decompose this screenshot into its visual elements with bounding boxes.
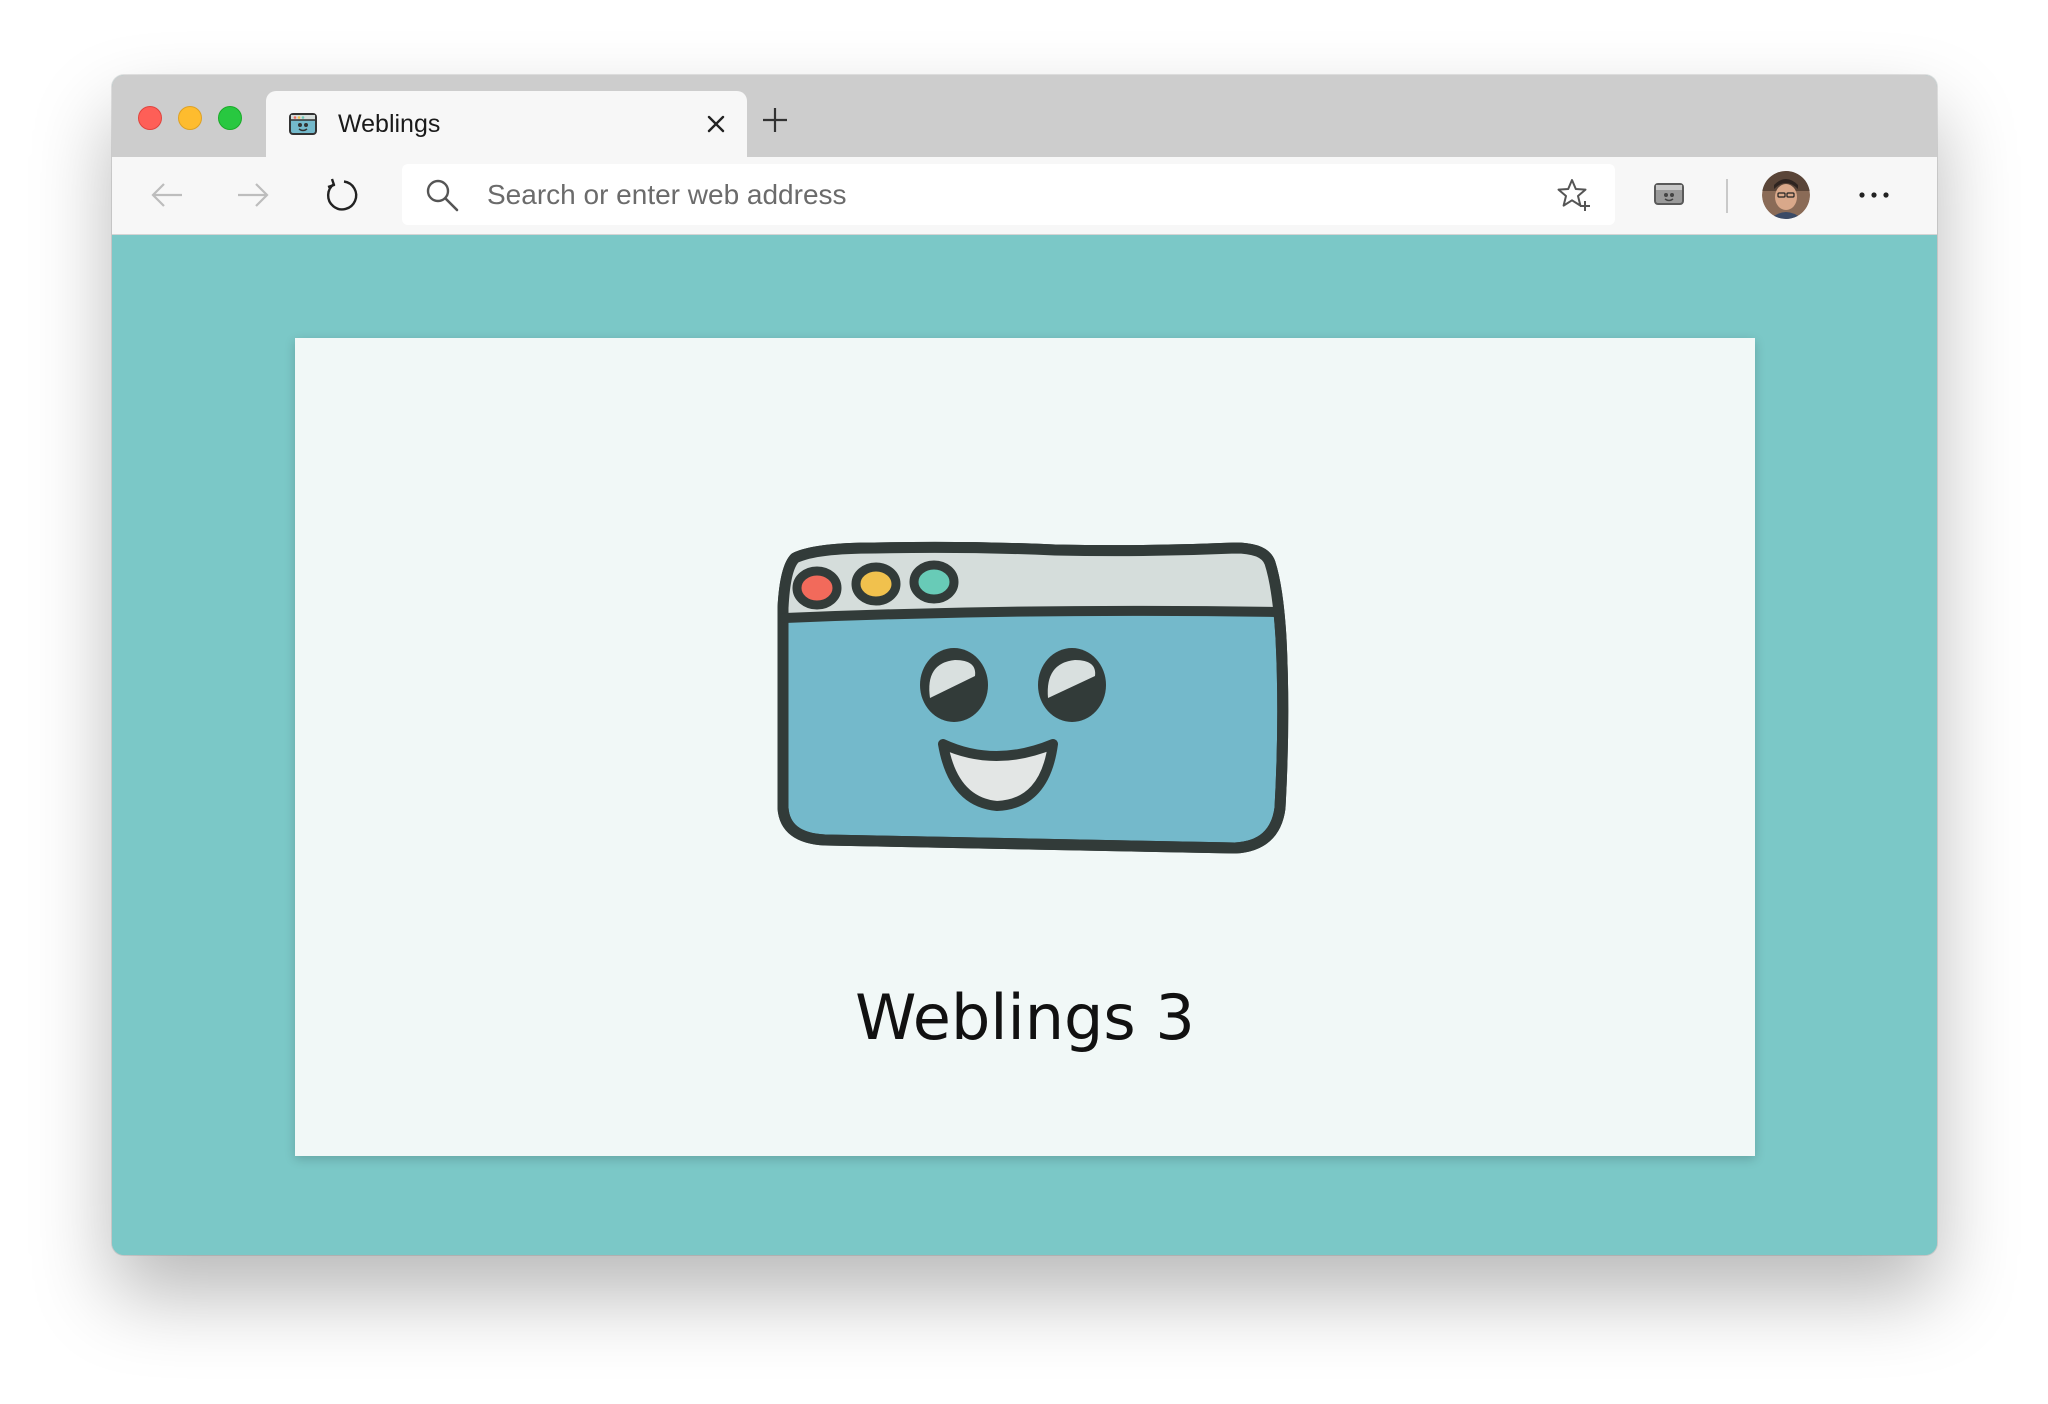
browser-window: Weblings Search or enter web address Web…: [112, 75, 1937, 1255]
webling-extension-icon[interactable]: [1652, 179, 1686, 209]
refresh-icon[interactable]: [322, 176, 360, 214]
add-favorite-star-icon[interactable]: [1555, 176, 1593, 214]
address-bar[interactable]: [402, 164, 1615, 225]
window-maximize-button[interactable]: [218, 106, 242, 130]
more-options-icon[interactable]: [1854, 177, 1894, 213]
forward-arrow-icon[interactable]: [234, 176, 272, 214]
address-input[interactable]: [487, 164, 1507, 225]
toolbar-divider: [1726, 179, 1728, 213]
window-close-button[interactable]: [138, 106, 162, 130]
tab-title: Weblings: [338, 110, 441, 138]
tab-weblings[interactable]: Weblings: [266, 91, 747, 158]
new-tab-plus-icon[interactable]: [760, 105, 790, 135]
window-minimize-button[interactable]: [178, 106, 202, 130]
back-arrow-icon[interactable]: [148, 176, 186, 214]
tab-strip: Weblings: [112, 75, 1937, 158]
webling-browser-mascot-icon: [777, 541, 1289, 854]
webling-favicon-icon: [289, 113, 317, 135]
search-icon: [426, 179, 459, 212]
profile-avatar[interactable]: [1762, 171, 1810, 219]
page-content: Weblings 3: [112, 235, 1937, 1255]
content-card: Weblings 3: [295, 338, 1755, 1156]
close-icon[interactable]: [703, 111, 729, 137]
page-heading: Weblings 3: [855, 981, 1195, 1054]
browser-toolbar: [112, 157, 1937, 235]
